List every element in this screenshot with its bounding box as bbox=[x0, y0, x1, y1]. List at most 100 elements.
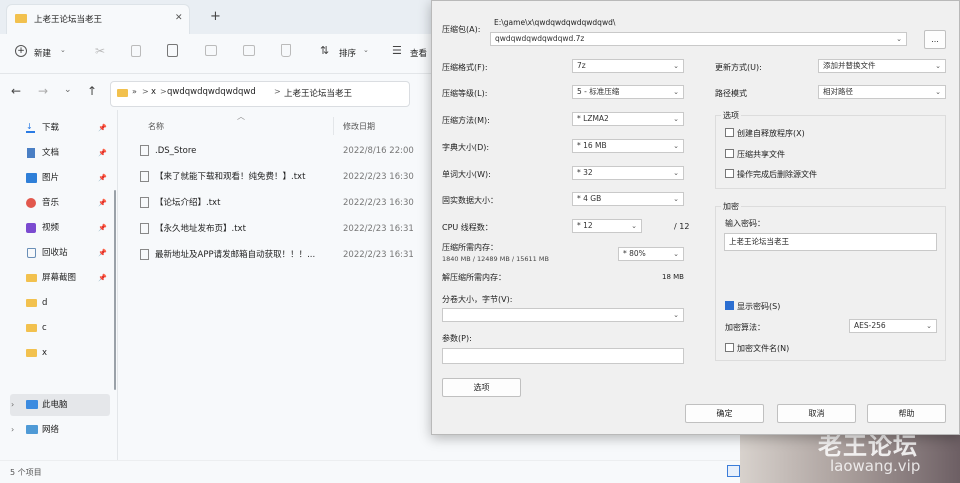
archive-name-combo[interactable]: qwdqwdqwdqwdqwd.7z ⌄ bbox=[490, 32, 907, 46]
column-header-name[interactable]: 名称 bbox=[148, 121, 164, 132]
nav-item-music[interactable]: 音乐 📌 bbox=[10, 192, 110, 214]
forward-arrow-icon[interactable]: → bbox=[38, 84, 48, 98]
tab-title: 上老王论坛当老王 bbox=[34, 15, 103, 25]
cut-icon[interactable]: ✂ bbox=[95, 44, 105, 58]
browse-button[interactable]: ... bbox=[924, 30, 946, 49]
delete-after-checkbox[interactable]: 操作完成后删除源文件 bbox=[725, 169, 817, 180]
recent-chevron-icon[interactable]: ⌄ bbox=[64, 85, 72, 95]
new-plus-icon[interactable]: + bbox=[15, 45, 27, 57]
breadcrumb-overflow[interactable]: » bbox=[132, 87, 137, 96]
back-arrow-icon[interactable]: ← bbox=[11, 84, 21, 98]
memory-detail: 1840 MB / 12489 MB / 15611 MB bbox=[442, 255, 549, 263]
chevron-down-icon[interactable]: ⌄ bbox=[896, 33, 902, 45]
show-password-checkbox[interactable]: 显示密码(S) bbox=[725, 301, 780, 312]
split-size-combo[interactable]: ⌄ bbox=[442, 308, 684, 322]
encryption-method-select[interactable]: AES-256 ⌄ bbox=[849, 319, 937, 333]
pin-icon: 📌 bbox=[98, 249, 107, 257]
dictionary-select[interactable]: * 16 MB ⌄ bbox=[572, 139, 684, 153]
chevron-down-icon[interactable]: ⌄ bbox=[363, 46, 369, 54]
nav-item-c[interactable]: c bbox=[10, 317, 110, 339]
nav-item-videos[interactable]: 视频 📌 bbox=[10, 217, 110, 239]
encrypt-filenames-checkbox[interactable]: 加密文件名(N) bbox=[725, 343, 789, 354]
solid-size-select[interactable]: * 4 GB ⌄ bbox=[572, 192, 684, 206]
column-divider[interactable] bbox=[333, 117, 334, 135]
breadcrumb-qwd[interactable]: qwdqwdqwdqwdqwd bbox=[167, 87, 256, 97]
new-button[interactable]: 新建 bbox=[34, 47, 51, 59]
file-row-2[interactable]: 【论坛介绍】.txt bbox=[140, 192, 220, 214]
rename-icon[interactable] bbox=[205, 45, 217, 56]
file-row-1[interactable]: 【来了就能下载和观看！纯免费！】.txt bbox=[140, 166, 305, 188]
delete-icon[interactable] bbox=[281, 44, 291, 57]
share-icon[interactable] bbox=[243, 45, 255, 56]
breadcrumb-separator: > bbox=[142, 87, 149, 96]
text-file-icon bbox=[140, 197, 149, 208]
file-row-4[interactable]: 最新地址及APP请发邮箱自动获取！！！... bbox=[140, 244, 315, 266]
file-icon bbox=[140, 145, 149, 156]
nav-item-recycle-bin[interactable]: 回收站 📌 bbox=[10, 242, 110, 264]
level-select[interactable]: 5 - 标准压缩 ⌄ bbox=[572, 85, 684, 99]
nav-item-d[interactable]: d bbox=[10, 292, 110, 314]
nav-item-this-pc[interactable]: › 此电脑 bbox=[10, 394, 110, 416]
address-bar[interactable]: » > x > qwdqwdqwdqwdqwd > 上老王论坛当老王 bbox=[110, 81, 410, 107]
path-mode-select[interactable]: 相对路径 ⌄ bbox=[818, 85, 946, 99]
pin-icon: 📌 bbox=[98, 199, 107, 207]
ok-button[interactable]: 确定 bbox=[685, 404, 764, 423]
sort-icon[interactable]: ⇅ bbox=[320, 44, 329, 57]
breadcrumb-current[interactable]: 上老王论坛当老王 bbox=[284, 87, 352, 99]
method-label: 压缩方法(M): bbox=[442, 116, 490, 125]
copy-icon[interactable] bbox=[131, 45, 141, 57]
new-tab-button[interactable]: + bbox=[210, 9, 221, 24]
nav-item-downloads[interactable]: ↓ 下载 📌 bbox=[10, 117, 110, 139]
nav-scrollbar[interactable] bbox=[114, 190, 116, 390]
file-row-3[interactable]: 【永久地址发布页】.txt bbox=[140, 218, 246, 240]
help-button[interactable]: 帮助 bbox=[867, 404, 946, 423]
nav-item-network[interactable]: › 网络 bbox=[10, 419, 110, 441]
view-icon[interactable]: ☰ bbox=[392, 44, 402, 57]
nav-item-pictures[interactable]: 图片 📌 bbox=[10, 167, 110, 189]
compress-shared-checkbox[interactable]: 压缩共享文件 bbox=[725, 149, 785, 160]
options-button[interactable]: 选项 bbox=[442, 378, 521, 397]
format-select[interactable]: 7z ⌄ bbox=[572, 59, 684, 73]
nav-item-x[interactable]: x bbox=[10, 342, 110, 364]
up-arrow-icon[interactable]: ↑ bbox=[87, 84, 97, 98]
archive-directory: E:\game\x\qwdqwdqwdqwdqwd\ bbox=[494, 18, 616, 27]
threads-select[interactable]: * 12 ⌄ bbox=[572, 219, 642, 233]
chevron-down-icon: ⌄ bbox=[673, 169, 679, 177]
paste-icon[interactable] bbox=[167, 44, 178, 57]
password-input[interactable]: 上老王论坛当老王 bbox=[724, 233, 937, 251]
column-header-date[interactable]: 修改日期 bbox=[343, 121, 375, 132]
explorer-tab[interactable]: 上老王论坛当老王 ✕ bbox=[6, 4, 190, 34]
update-mode-select[interactable]: 添加并替换文件 ⌄ bbox=[818, 59, 946, 73]
method-select[interactable]: * LZMA2 ⌄ bbox=[572, 112, 684, 126]
nav-item-documents[interactable]: 文档 📌 bbox=[10, 142, 110, 164]
nav-item-screenshots[interactable]: 屏幕截图 📌 bbox=[10, 267, 110, 289]
view-button[interactable]: 查看 bbox=[410, 47, 427, 59]
chevron-down-icon[interactable]: ⌄ bbox=[60, 46, 66, 54]
details-view-icon[interactable] bbox=[727, 465, 740, 477]
sort-button[interactable]: 排序 bbox=[339, 47, 356, 59]
chevron-down-icon: ⌄ bbox=[631, 222, 637, 230]
chevron-down-icon: ⌄ bbox=[673, 62, 679, 70]
text-file-icon bbox=[140, 249, 149, 260]
folder-icon bbox=[26, 324, 37, 332]
parameters-input[interactable] bbox=[442, 348, 684, 364]
word-size-select[interactable]: * 32 ⌄ bbox=[572, 166, 684, 180]
breadcrumb-separator: > bbox=[274, 87, 281, 96]
chevron-right-icon: › bbox=[11, 425, 15, 434]
format-label: 压缩格式(F): bbox=[442, 63, 488, 72]
threads-max: / 12 bbox=[674, 222, 690, 231]
file-row-ds-store[interactable]: .DS_Store bbox=[140, 140, 196, 162]
download-icon: ↓ bbox=[26, 123, 35, 133]
network-icon bbox=[26, 425, 38, 434]
decompress-memory-label: 解压缩所需内存： bbox=[442, 273, 506, 282]
memory-percent-select[interactable]: * 80% ⌄ bbox=[618, 247, 684, 261]
pin-icon: 📌 bbox=[98, 224, 107, 232]
memory-label: 压缩所需内存： bbox=[442, 243, 498, 252]
create-sfx-checkbox[interactable]: 创建自释放程序(X) bbox=[725, 128, 805, 139]
breadcrumb-x[interactable]: x bbox=[151, 87, 156, 97]
encryption-method-label: 加密算法： bbox=[725, 323, 765, 332]
close-tab-icon[interactable]: ✕ bbox=[175, 13, 183, 23]
folder-icon bbox=[15, 14, 27, 23]
split-size-label: 分卷大小，字节(V): bbox=[442, 295, 513, 304]
cancel-button[interactable]: 取消 bbox=[777, 404, 856, 423]
